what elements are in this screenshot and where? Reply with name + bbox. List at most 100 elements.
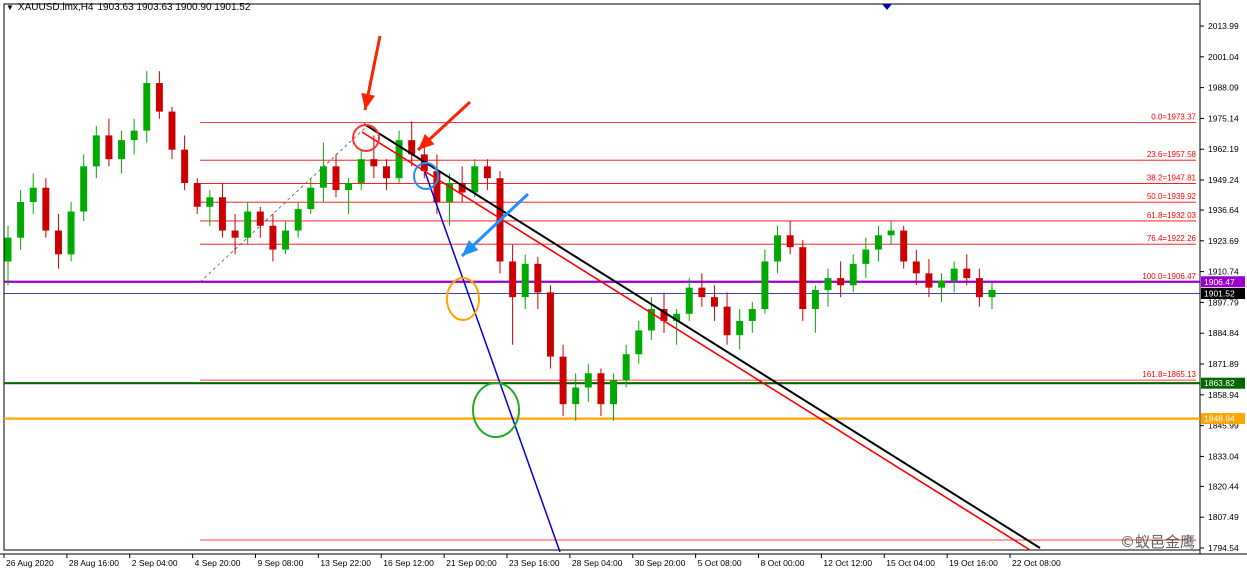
symbol-label: XAUUSD.lmx,H4 [17, 2, 94, 13]
candle-body[interactable] [193, 182, 201, 207]
candle-body[interactable] [723, 306, 731, 336]
candle-body[interactable] [811, 290, 819, 310]
candle-body[interactable] [269, 225, 277, 250]
candle-body[interactable] [635, 330, 643, 355]
candle-body[interactable] [155, 83, 163, 112]
candle-body[interactable] [256, 211, 264, 226]
candle-body[interactable] [483, 166, 491, 179]
triangle-down-icon[interactable]: ▼ [6, 3, 14, 12]
time-tick-label: 22 Oct 08:00 [1012, 558, 1061, 568]
time-tick-label: 28 Sep 04:00 [572, 558, 623, 568]
candle-body[interactable] [345, 182, 353, 191]
candle-body[interactable] [319, 166, 327, 188]
price-tick-label: 2001.04 [1208, 52, 1239, 62]
candle-body[interactable] [975, 278, 983, 298]
time-tick-label: 21 Sep 00:00 [446, 558, 497, 568]
candle-body[interactable] [357, 159, 365, 183]
plot-area[interactable] [3, 3, 1201, 551]
candle-body[interactable] [988, 290, 996, 298]
candle-body[interactable] [471, 166, 479, 193]
candle-body[interactable] [736, 320, 744, 336]
ohlc-values: 1903.63 1903.63 1900.90 1901.52 [97, 2, 251, 13]
candle-body[interactable] [105, 135, 113, 160]
candle-body[interactable] [761, 261, 769, 310]
candle-body[interactable] [521, 263, 529, 298]
candle-body[interactable] [67, 211, 75, 255]
candle-body[interactable] [370, 159, 378, 167]
candle-body[interactable] [382, 166, 390, 179]
price-tick-label: 1820.44 [1208, 481, 1239, 491]
candle-body[interactable] [534, 263, 542, 293]
price-tick-label: 1871.89 [1208, 359, 1239, 369]
candle-body[interactable] [54, 230, 62, 255]
candle-body[interactable] [92, 135, 100, 167]
candle-body[interactable] [218, 197, 226, 231]
time-tick-label: 16 Sep 12:00 [383, 558, 434, 568]
candle-body[interactable] [610, 380, 618, 405]
candle-body[interactable] [572, 387, 580, 405]
candle-body[interactable] [559, 356, 567, 405]
candle-body[interactable] [4, 237, 12, 262]
price-chart[interactable]: 2013.99 2001.04 1988.09 1975.14 1962.19 1949.… [0, 0, 1247, 574]
candle-body[interactable] [950, 268, 958, 281]
candle-body[interactable] [824, 278, 832, 291]
candle-body[interactable] [912, 261, 920, 274]
candle-body[interactable] [748, 309, 756, 321]
time-tick-label: 9 Sep 08:00 [258, 558, 304, 568]
candle-body[interactable] [963, 268, 971, 279]
candle-body[interactable] [900, 230, 908, 262]
time-tick-label: 28 Aug 16:00 [69, 558, 119, 568]
candle-body[interactable] [786, 235, 794, 248]
candle-body[interactable] [282, 230, 290, 250]
candle-body[interactable] [597, 373, 605, 405]
time-tick-label: 2 Sep 04:00 [132, 558, 178, 568]
chart-window[interactable]: 2013.99 2001.04 1988.09 1975.14 1962.19 1949.… [0, 0, 1247, 574]
candle-body[interactable] [799, 247, 807, 310]
candle-body[interactable] [244, 211, 252, 238]
purple-level-price-label: 1906.47 [1204, 277, 1235, 287]
candle-body[interactable] [887, 230, 895, 236]
candle-body[interactable] [774, 235, 782, 262]
price-tick-label: 1975.14 [1208, 113, 1239, 123]
time-tick-label: 19 Oct 16:00 [949, 558, 998, 568]
fib-level-label: 100.0=1906.47 [1142, 272, 1196, 281]
candle-body[interactable] [168, 111, 176, 150]
candle-body[interactable] [837, 278, 845, 286]
candle-body[interactable] [181, 149, 189, 183]
candle-body[interactable] [143, 83, 151, 131]
fib-level-label: 61.8=1932.03 [1147, 211, 1197, 220]
candle-body[interactable] [130, 130, 138, 141]
chart-header: ▼ XAUUSD.lmx,H4 1903.63 1903.63 1900.90 … [6, 2, 250, 13]
price-tick-label: 1949.24 [1208, 175, 1239, 185]
candle-body[interactable] [80, 166, 88, 212]
candle-body[interactable] [332, 166, 340, 191]
candle-body[interactable] [849, 263, 857, 286]
candle-body[interactable] [874, 235, 882, 250]
fib-level-label: 23.6=1957.58 [1147, 150, 1197, 159]
candle-body[interactable] [925, 273, 933, 288]
price-tick-label: 1794.54 [1208, 543, 1239, 553]
fib-level-label: 0.0=1973.37 [1151, 113, 1196, 122]
candle-body[interactable] [546, 292, 554, 357]
price-tick-label: 1884.84 [1208, 328, 1239, 338]
candle-body[interactable] [698, 287, 706, 298]
candle-body[interactable] [938, 280, 946, 288]
candle-body[interactable] [862, 249, 870, 264]
candle-body[interactable] [118, 140, 126, 160]
candle-body[interactable] [17, 201, 25, 238]
candle-body[interactable] [206, 197, 214, 207]
candle-body[interactable] [42, 187, 50, 231]
price-tick-label: 1858.94 [1208, 390, 1239, 400]
candle-body[interactable] [685, 287, 693, 314]
candle-body[interactable] [29, 187, 37, 202]
candle-body[interactable] [231, 230, 239, 238]
candle-body[interactable] [710, 297, 718, 307]
candle-body[interactable] [294, 209, 302, 231]
time-tick-label: 5 Oct 08:00 [698, 558, 742, 568]
candle-body[interactable] [509, 261, 517, 298]
time-tick-label: 26 Aug 2020 [6, 558, 54, 568]
price-tick-label: 1910.74 [1208, 267, 1239, 277]
candle-body[interactable] [584, 373, 592, 388]
candle-body[interactable] [622, 354, 630, 381]
candle-body[interactable] [307, 187, 315, 210]
